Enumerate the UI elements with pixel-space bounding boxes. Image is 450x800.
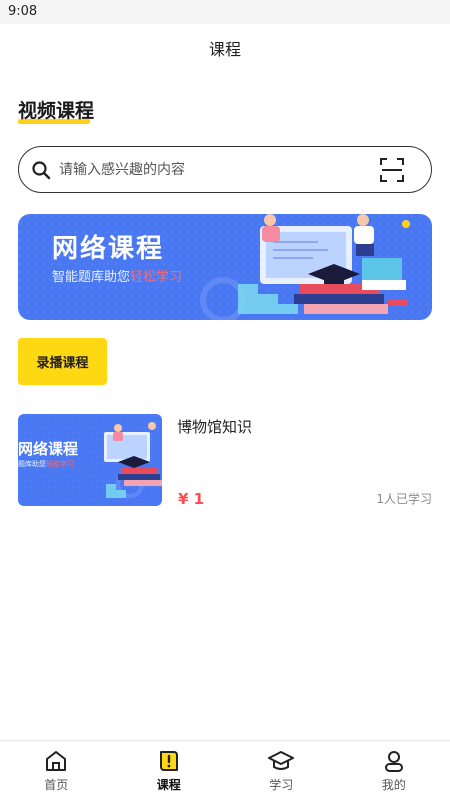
user-icon [384, 751, 403, 772]
banner-subtitle-highlight: 轻松学习 [130, 270, 183, 285]
graduation-cap-icon [268, 751, 295, 770]
course-learner-count: 1人已学习 [376, 492, 432, 506]
page-title: 课程 [208, 40, 241, 59]
course-name: 博物馆知识 [177, 418, 253, 436]
course-thumbnail: 网络课程 题库助您轻松学习 [18, 414, 162, 506]
scan-icon[interactable] [379, 157, 405, 183]
book-icon [159, 751, 178, 771]
tab-courses[interactable]: 课程 [113, 741, 226, 800]
course-price: ¥ 1 [178, 490, 205, 508]
banner-title: 网络课程 [52, 234, 165, 264]
course-thumbnail-subtitle-highlight: 轻松学习 [46, 460, 74, 468]
course-thumbnail-subtitle: 题库助您轻松学习 [18, 459, 74, 469]
search-icon [32, 161, 51, 180]
tab-study-label: 学习 [269, 778, 294, 792]
tab-home[interactable]: 首页 [0, 741, 113, 800]
course-thumbnail-subtitle-prefix: 题库助您 [18, 460, 46, 468]
promo-banner[interactable]: 网络课程 智能题库助您轻松学习 [18, 214, 432, 320]
course-thumbnail-title: 网络课程 [18, 440, 79, 458]
bottom-tab-bar: 首页 课程 学习 我的 [0, 740, 450, 800]
tab-courses-label: 课程 [156, 778, 181, 792]
banner-subtitle-prefix: 智能题库助您 [52, 270, 131, 285]
home-icon [46, 751, 67, 771]
status-bar: 9:08 [0, 0, 450, 24]
banner-subtitle: 智能题库助您轻松学习 [52, 266, 182, 285]
tab-home-label: 首页 [44, 778, 69, 792]
search-bar[interactable] [18, 146, 432, 193]
tab-mine-label: 我的 [381, 778, 406, 792]
status-time: 9:08 [8, 4, 38, 19]
course-list-item[interactable]: 网络课程 题库助您轻松学习 博物馆知识 ¥ 1 1人已学习 [18, 414, 432, 508]
recorded-courses-button[interactable]: 录播课程 [18, 338, 107, 385]
search-input[interactable] [59, 157, 359, 183]
section-title: 视频课程 [18, 100, 95, 122]
tab-mine[interactable]: 我的 [338, 741, 450, 800]
tab-study[interactable]: 学习 [225, 741, 338, 800]
